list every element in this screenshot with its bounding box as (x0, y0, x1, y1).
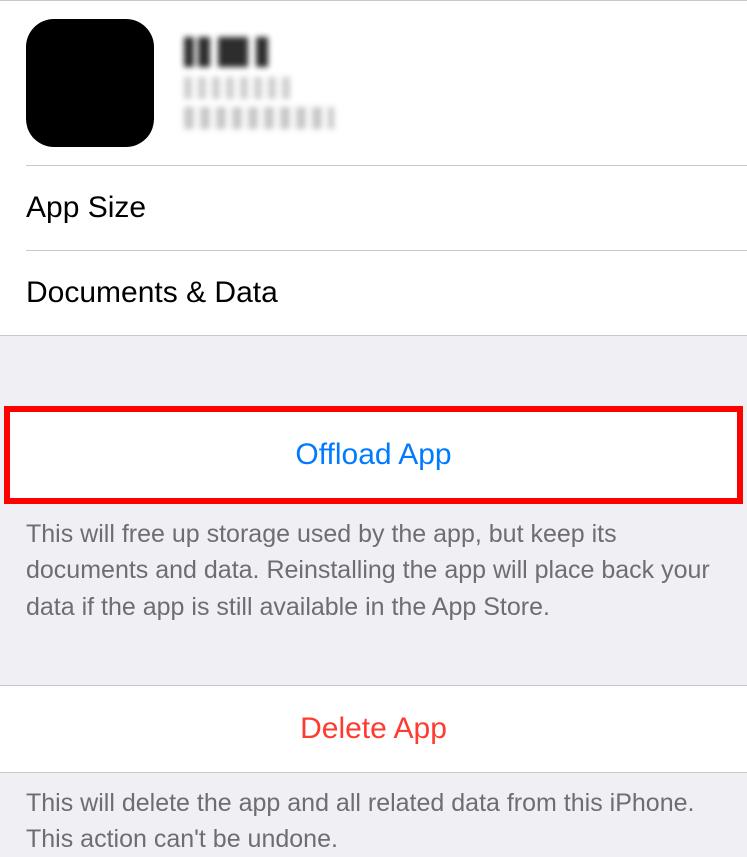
delete-app-label: Delete App (300, 712, 447, 745)
documents-data-row: Documents & Data (0, 251, 747, 335)
offload-app-button[interactable]: Offload App (10, 412, 737, 498)
app-icon (26, 19, 154, 147)
documents-data-label: Documents & Data (26, 276, 278, 309)
offload-description: This will free up storage used by the ap… (0, 504, 747, 625)
offload-app-label: Offload App (295, 438, 451, 471)
app-size-label: App Size (26, 191, 146, 224)
app-size-row: App Size (0, 166, 747, 250)
app-header (0, 1, 747, 165)
delete-description: This will delete the app and all related… (0, 773, 747, 857)
app-subtitle-redacted (184, 77, 294, 99)
offload-highlight: Offload App (4, 406, 743, 504)
app-name-redacted (184, 37, 314, 67)
delete-app-button[interactable]: Delete App (0, 685, 747, 773)
app-developer-redacted (184, 107, 334, 129)
